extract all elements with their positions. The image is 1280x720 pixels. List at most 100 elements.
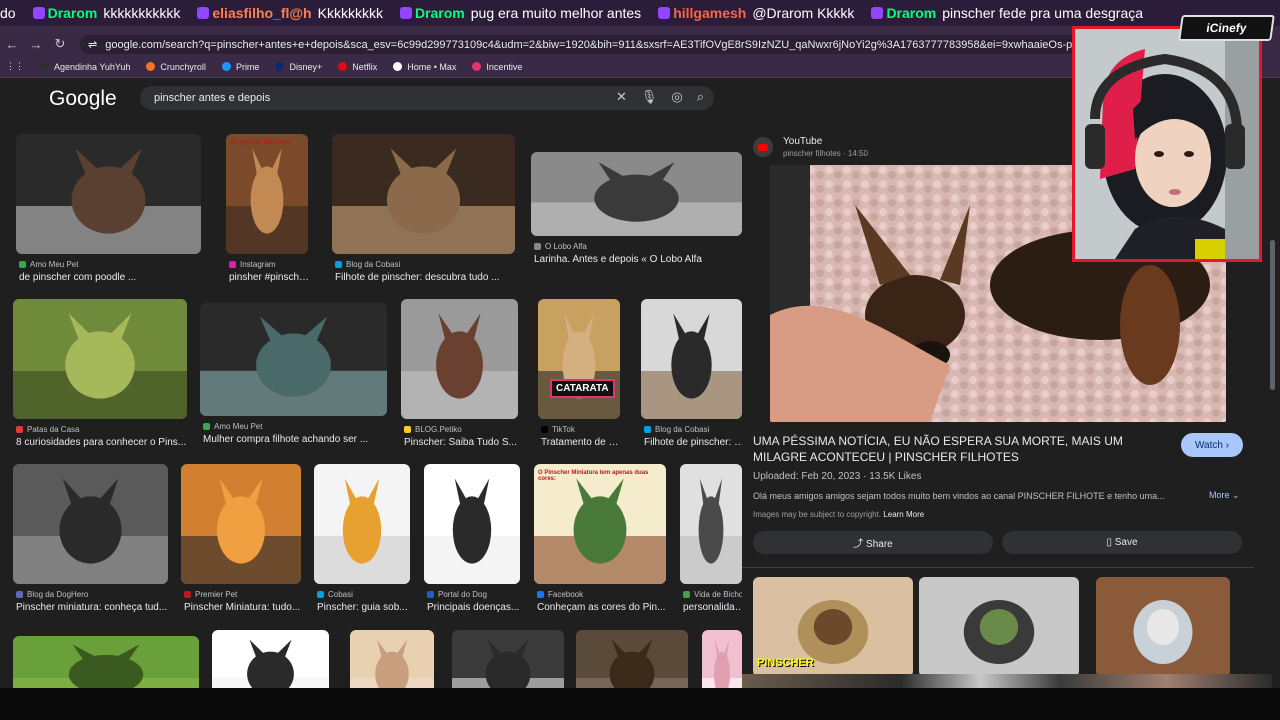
result-caption[interactable]: Mulher compra filhote achando ser ... bbox=[203, 434, 390, 445]
image-result[interactable]: Ali que ele tinha tava Instagram pinsher #… bbox=[226, 134, 311, 294]
image-result[interactable] bbox=[212, 630, 329, 688]
image-result[interactable]: O Pinscher Miniatura tem apenas duas cor… bbox=[534, 464, 666, 624]
result-thumbnail[interactable]: CATARATA bbox=[538, 299, 620, 419]
result-thumbnail[interactable] bbox=[702, 630, 742, 688]
bookmark-item[interactable]: Crunchyroll bbox=[146, 62, 206, 72]
result-source[interactable]: Amo Meu Pet bbox=[203, 422, 262, 431]
result-thumbnail[interactable] bbox=[16, 134, 201, 254]
search-input[interactable]: pinscher antes e depois ✕ 🎙 ◎ ⌕ bbox=[140, 86, 714, 110]
image-result[interactable] bbox=[452, 630, 564, 688]
result-source[interactable]: Cobasi bbox=[317, 590, 353, 599]
result-caption[interactable]: de pinscher com poodle ... bbox=[19, 272, 204, 283]
page-scrollbar[interactable] bbox=[1270, 240, 1275, 390]
result-caption[interactable]: Filhote de pinscher: descubra tudo ... bbox=[335, 272, 518, 283]
result-thumbnail[interactable] bbox=[350, 630, 434, 688]
reload-button[interactable]: ↻ bbox=[48, 36, 72, 52]
image-result[interactable] bbox=[576, 630, 688, 688]
result-thumbnail[interactable]: Ali que ele tinha tava bbox=[226, 134, 308, 254]
result-caption[interactable]: Pinscher Miniatura: tudo... bbox=[184, 602, 304, 613]
image-result[interactable]: Blog da DogHero Pinscher miniatura: conhe… bbox=[13, 464, 168, 624]
result-thumbnail[interactable] bbox=[680, 464, 742, 584]
search-icon[interactable]: ⌕ bbox=[697, 89, 704, 105]
related-image[interactable] bbox=[1096, 577, 1230, 677]
result-caption[interactable]: Larinha. Antes e depois « O Lobo Alfa bbox=[534, 254, 742, 265]
learn-more-link[interactable]: Learn More bbox=[883, 510, 924, 519]
result-thumbnail[interactable] bbox=[452, 630, 564, 688]
image-result[interactable]: Amo Meu Pet de pinscher com poodle ... bbox=[16, 134, 201, 294]
result-thumbnail[interactable] bbox=[424, 464, 520, 584]
result-source[interactable]: Patas da Casa bbox=[16, 425, 79, 434]
image-result[interactable]: Amo Meu Pet Mulher compra filhote achando… bbox=[200, 303, 387, 456]
bookmark-item[interactable]: Netflix bbox=[338, 62, 377, 72]
image-result[interactable]: O Lobo Alfa Larinha. Antes e depois « O L… bbox=[531, 152, 742, 276]
bookmark-item[interactable]: Incentive bbox=[472, 62, 522, 72]
result-source[interactable]: Blog da Cobasi bbox=[644, 425, 709, 434]
image-result[interactable]: Blog da Cobasi Filhote de pinscher: descu… bbox=[332, 134, 515, 294]
google-logo[interactable]: Google bbox=[49, 87, 117, 111]
result-thumbnail[interactable] bbox=[212, 630, 329, 688]
image-result[interactable]: Blog da Cobasi Filhote de pinscher: de bbox=[641, 299, 742, 459]
result-caption[interactable]: Pinscher: guia sob... bbox=[317, 602, 413, 613]
lens-icon[interactable]: ◎ bbox=[671, 89, 682, 105]
mic-icon[interactable]: 🎙 bbox=[641, 89, 658, 105]
related-image[interactable]: PINSCHER bbox=[753, 577, 913, 677]
result-thumbnail[interactable] bbox=[13, 464, 168, 584]
result-thumbnail[interactable] bbox=[641, 299, 742, 419]
result-thumbnail[interactable] bbox=[13, 636, 199, 688]
result-thumbnail[interactable] bbox=[314, 464, 410, 584]
bookmark-item[interactable]: Home • Max bbox=[393, 62, 456, 72]
result-source[interactable]: TikTok bbox=[541, 425, 575, 434]
result-caption[interactable]: Filhote de pinscher: de bbox=[644, 437, 742, 448]
apps-icon[interactable]: ⋮⋮ bbox=[6, 61, 24, 72]
result-thumbnail[interactable] bbox=[13, 299, 187, 419]
image-result[interactable] bbox=[13, 636, 199, 688]
image-result[interactable]: BLOG.Petiko Pinscher: Saiba Tudo S... bbox=[401, 299, 518, 459]
image-result[interactable]: Vida de Bicho personalidade bbox=[680, 464, 742, 624]
result-source[interactable]: Blog da Cobasi bbox=[335, 260, 400, 269]
result-caption[interactable]: 8 curiosidades para conhecer o Pins... bbox=[16, 437, 190, 448]
result-source[interactable]: Facebook bbox=[537, 590, 583, 599]
result-caption[interactable]: Pinscher: Saiba Tudo S... bbox=[404, 437, 521, 448]
panel-title[interactable]: UMA PÉSSIMA NOTÍCIA, EU NÃO ESPERA SUA M… bbox=[753, 433, 1168, 465]
result-source[interactable]: Portal do Dog bbox=[427, 590, 487, 599]
result-caption[interactable]: Principais doenças... bbox=[427, 602, 523, 613]
image-result[interactable]: Portal do Dog Principais doenças... bbox=[424, 464, 520, 624]
result-thumbnail[interactable] bbox=[401, 299, 518, 419]
result-caption[interactable]: personalidade bbox=[683, 602, 742, 613]
bookmark-item[interactable]: Disney+ bbox=[275, 62, 322, 72]
related-image[interactable] bbox=[919, 577, 1079, 677]
share-button[interactable]: ⤴ Share bbox=[753, 531, 993, 554]
image-result[interactable]: Cobasi Pinscher: guia sob... bbox=[314, 464, 410, 624]
result-thumbnail[interactable] bbox=[531, 152, 742, 236]
bookmark-item[interactable]: Prime bbox=[221, 62, 259, 72]
address-bar[interactable]: ⇌ google.com/search?q=pinscher+antes+e+d… bbox=[80, 35, 1080, 54]
result-source[interactable]: Premier Pet bbox=[184, 590, 237, 599]
result-source[interactable]: BLOG.Petiko bbox=[404, 425, 462, 434]
result-caption[interactable]: Conheçam as cores do Pin... bbox=[537, 602, 669, 613]
result-source[interactable]: Instagram bbox=[229, 260, 276, 269]
save-button[interactable]: ▯ Save bbox=[1002, 531, 1242, 554]
image-result[interactable]: Patas da Casa 8 curiosidades para conhece… bbox=[13, 299, 187, 459]
image-result[interactable] bbox=[350, 630, 434, 688]
result-source[interactable]: O Lobo Alfa bbox=[534, 242, 587, 251]
result-thumbnail[interactable]: O Pinscher Miniatura tem apenas duas cor… bbox=[534, 464, 666, 584]
panel-source[interactable]: YouTube pinscher filhotes · 14:50 bbox=[753, 136, 868, 158]
result-thumbnail[interactable] bbox=[200, 303, 387, 416]
result-source[interactable]: Vida de Bicho bbox=[683, 590, 742, 599]
forward-button[interactable]: → bbox=[24, 37, 48, 52]
result-caption[interactable]: pinsher #pinscher ... bbox=[229, 272, 311, 283]
result-thumbnail[interactable] bbox=[181, 464, 301, 584]
result-thumbnail[interactable] bbox=[332, 134, 515, 254]
bookmark-item[interactable]: Agendinha YuhYuh bbox=[40, 62, 130, 72]
image-result[interactable]: CATARATA TikTok Tratamento de Cat... bbox=[538, 299, 623, 459]
more-button[interactable]: More ⌄ bbox=[1209, 490, 1240, 501]
result-source[interactable]: Blog da DogHero bbox=[16, 590, 88, 599]
site-settings-icon[interactable]: ⇌ bbox=[88, 38, 97, 51]
back-button[interactable]: ← bbox=[0, 37, 24, 52]
image-result[interactable]: Premier Pet Pinscher Miniatura: tudo... bbox=[181, 464, 301, 624]
clear-icon[interactable]: ✕ bbox=[616, 89, 627, 105]
result-source[interactable]: Amo Meu Pet bbox=[19, 260, 78, 269]
result-thumbnail[interactable] bbox=[576, 630, 688, 688]
image-result[interactable] bbox=[702, 630, 742, 688]
watch-button[interactable]: Watch › bbox=[1181, 433, 1243, 457]
